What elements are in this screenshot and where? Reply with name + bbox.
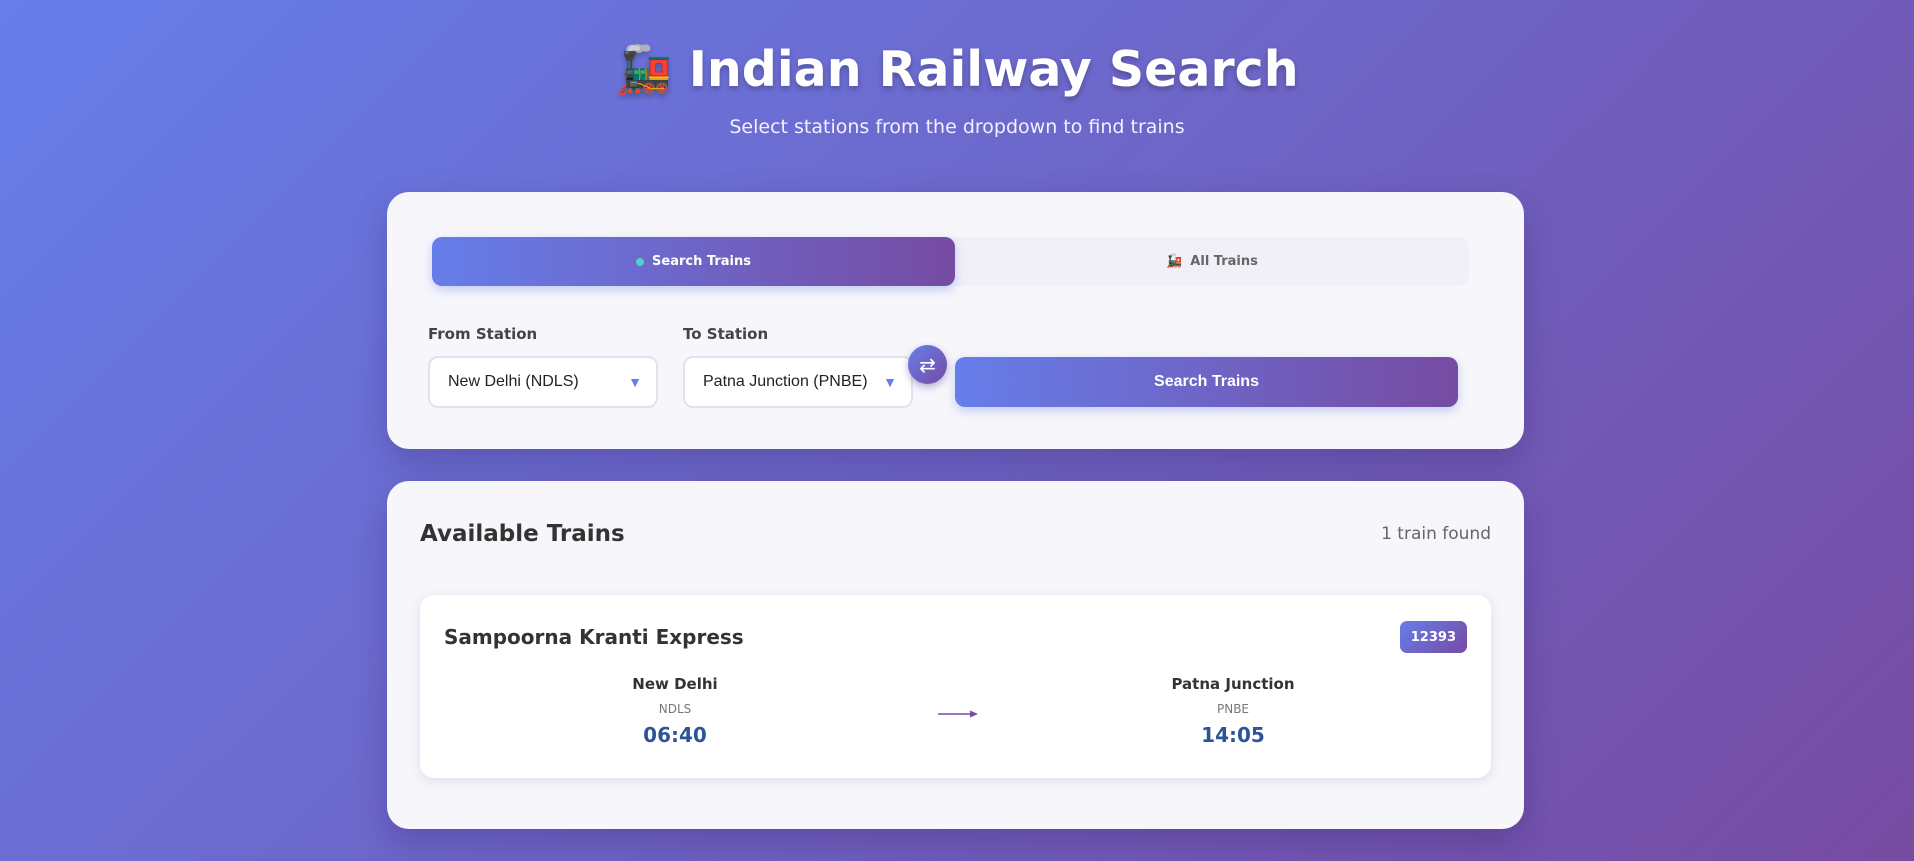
to-station-label: To Station bbox=[683, 325, 769, 343]
train-icon: 🚂 bbox=[1166, 254, 1183, 269]
page-subtitle: Select stations from the dropdown to fin… bbox=[729, 116, 1185, 138]
arrival-time: 14:05 bbox=[1201, 723, 1265, 747]
departure-time: 06:40 bbox=[643, 723, 707, 747]
arrival-station-name: Patna Junction bbox=[1171, 675, 1295, 693]
results-panel: Available Trains 1 train found Sampoorna… bbox=[387, 481, 1524, 829]
swap-stations-button[interactable]: ⇄ bbox=[908, 345, 947, 384]
swap-icon: ⇄ bbox=[919, 352, 936, 377]
dot-icon bbox=[636, 257, 645, 266]
departure-station: New Delhi NDLS 06:40 bbox=[545, 675, 805, 747]
departure-station-code: NDLS bbox=[658, 702, 692, 716]
arrival-station-code: PNBE bbox=[1216, 702, 1250, 716]
train-number-badge: 12393 bbox=[1399, 621, 1467, 653]
train-card[interactable]: Sampoorna Kranti Express 12393 New Delhi… bbox=[420, 595, 1491, 778]
page-title-text: Indian Railway Search bbox=[688, 40, 1299, 98]
departure-station-name: New Delhi bbox=[632, 675, 718, 693]
arrow-right-icon bbox=[938, 710, 978, 718]
results-count: 1 train found bbox=[1381, 524, 1491, 544]
chevron-down-icon: ▼ bbox=[628, 374, 642, 390]
tab-bar: Search Trains 🚂 All Trains bbox=[432, 237, 1469, 286]
tab-search-trains[interactable]: Search Trains bbox=[432, 237, 955, 286]
search-panel: Search Trains 🚂 All Trains From Station … bbox=[387, 192, 1524, 449]
train-name: Sampoorna Kranti Express bbox=[444, 625, 744, 649]
from-station-label: From Station bbox=[428, 325, 538, 343]
chevron-down-icon: ▼ bbox=[883, 374, 897, 390]
to-station-select[interactable]: Patna Junction (PNBE) ▼ bbox=[683, 356, 913, 408]
tab-all-trains[interactable]: 🚂 All Trains bbox=[955, 237, 1469, 286]
from-station-value: New Delhi (NDLS) bbox=[448, 373, 579, 390]
to-station-value: Patna Junction (PNBE) bbox=[703, 373, 868, 390]
train-icon: 🚂 bbox=[615, 41, 673, 96]
arrival-station: Patna Junction PNBE 14:05 bbox=[1103, 675, 1363, 747]
tab-search-trains-label: Search Trains bbox=[652, 254, 751, 269]
search-trains-button[interactable]: Search Trains bbox=[955, 357, 1458, 407]
page-header: 🚂 Indian Railway Search Select stations … bbox=[0, 0, 1914, 139]
results-title: Available Trains bbox=[420, 521, 625, 547]
tab-all-trains-label: All Trains bbox=[1190, 254, 1258, 269]
page-title: 🚂 Indian Railway Search bbox=[615, 40, 1298, 98]
from-station-select[interactable]: New Delhi (NDLS) ▼ bbox=[428, 356, 658, 408]
